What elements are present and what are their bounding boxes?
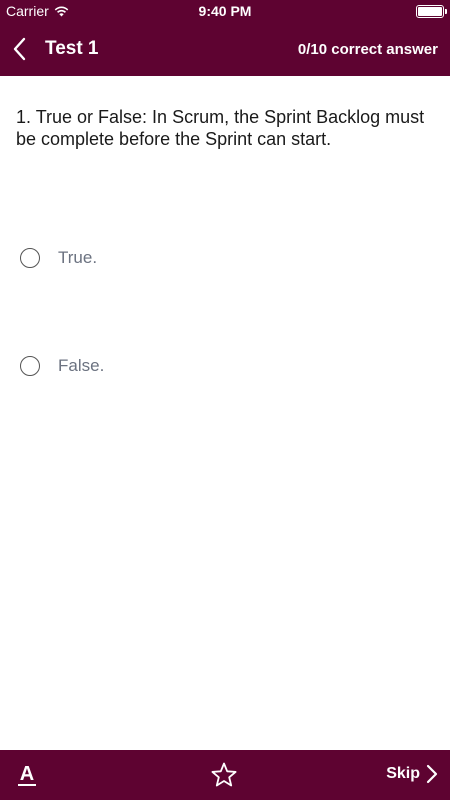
chevron-left-icon xyxy=(13,37,26,61)
answer-label: True. xyxy=(58,248,98,267)
page-title: Test 1 xyxy=(45,38,99,59)
status-bar: Carrier 9:40 PM xyxy=(0,0,450,22)
score-label: 0/10 correct answer xyxy=(297,41,438,58)
answer-option-false[interactable]: False. xyxy=(20,352,420,380)
battery-icon xyxy=(416,5,447,18)
radio-button[interactable] xyxy=(20,248,40,268)
star-icon xyxy=(211,762,237,787)
back-button[interactable] xyxy=(10,36,32,62)
skip-label: Skip xyxy=(386,765,420,782)
nav-bar: Test 1 0/10 correct answer xyxy=(0,22,450,76)
font-size-icon: A xyxy=(18,763,36,786)
radio-button[interactable] xyxy=(20,356,40,376)
skip-button[interactable]: Skip xyxy=(386,764,438,784)
font-size-button[interactable]: A xyxy=(16,762,38,788)
answer-label: False. xyxy=(58,356,105,375)
question-text: 1. True or False: In Scrum, the Sprint B… xyxy=(16,107,425,149)
answer-option-true[interactable]: True. xyxy=(20,244,420,272)
font-size-letter: A xyxy=(20,763,34,785)
bottom-toolbar: A Skip xyxy=(0,750,450,800)
favorite-button[interactable] xyxy=(210,761,238,789)
clock: 9:40 PM xyxy=(198,3,252,19)
chevron-right-icon xyxy=(426,764,438,784)
